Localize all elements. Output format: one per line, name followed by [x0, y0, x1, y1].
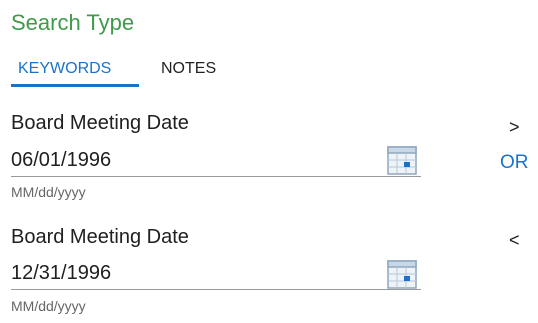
board-meeting-date-to-input[interactable]: [11, 258, 421, 290]
calendar-icon[interactable]: [386, 258, 418, 290]
calendar-icon[interactable]: [386, 144, 418, 176]
active-tab-indicator: [11, 84, 139, 87]
less-than-operator: <: [509, 230, 520, 250]
date-format-hint: MM/dd/yyyy: [11, 298, 86, 314]
board-meeting-date-from-label: Board Meeting Date: [11, 112, 189, 134]
tab-keywords[interactable]: KEYWORDS: [18, 57, 111, 81]
board-meeting-date-to-label: Board Meeting Date: [11, 226, 189, 248]
date-format-hint: MM/dd/yyyy: [11, 184, 86, 200]
section-title: Search Type: [11, 10, 135, 35]
or-conjunction[interactable]: OR: [500, 151, 529, 175]
board-meeting-date-from-input[interactable]: [11, 145, 421, 177]
greater-than-operator: >: [509, 117, 520, 137]
tab-notes[interactable]: NOTES: [161, 57, 216, 81]
